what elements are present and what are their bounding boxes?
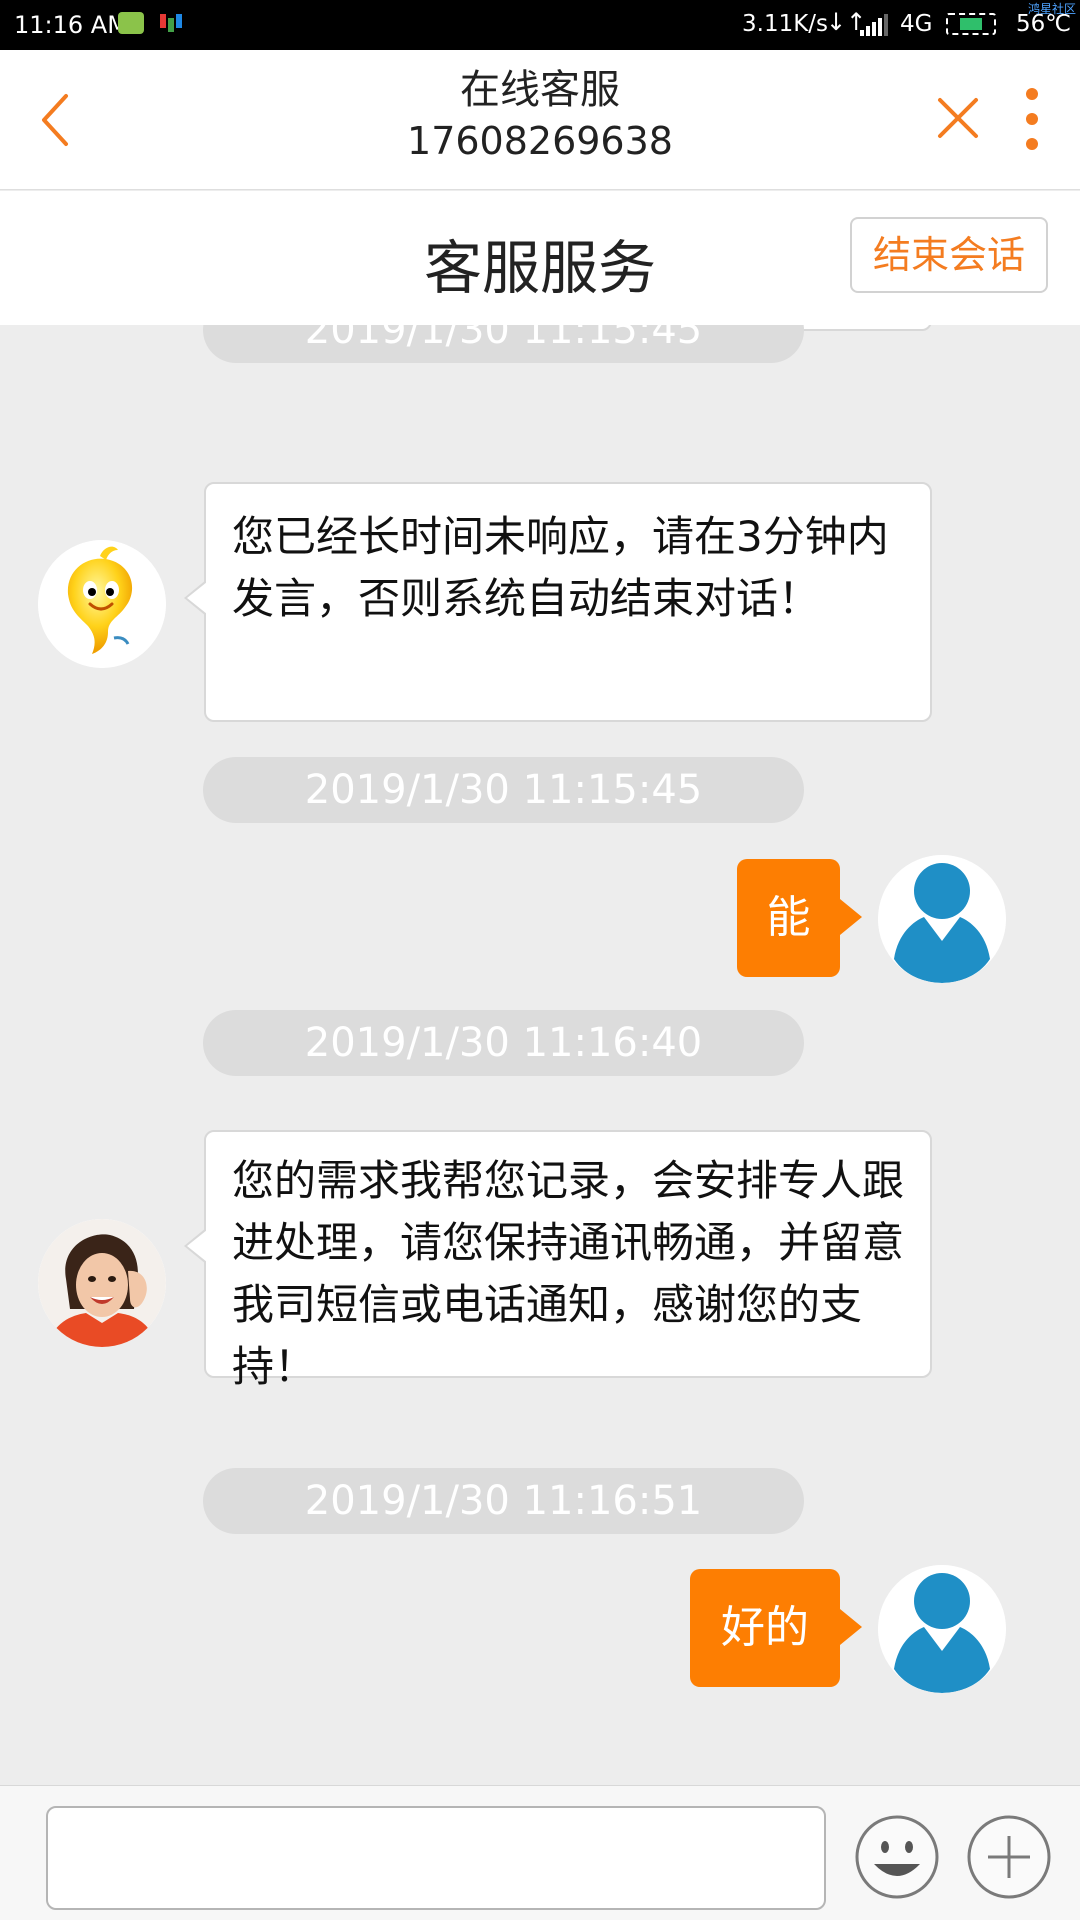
user-avatar bbox=[878, 855, 1006, 983]
page-subtitle: 17608269638 bbox=[407, 119, 673, 163]
close-icon[interactable] bbox=[934, 94, 982, 142]
network-speed: 3.11K/s bbox=[742, 11, 829, 37]
corner-tag: 鸿星社区 bbox=[1028, 2, 1077, 16]
page-title: 在线客服 bbox=[460, 67, 620, 113]
network-type: 4G bbox=[900, 11, 933, 37]
signal-icon bbox=[860, 14, 890, 36]
message-input[interactable] bbox=[46, 1806, 826, 1910]
android-app-icon bbox=[118, 12, 144, 34]
plus-icon[interactable] bbox=[966, 1814, 1052, 1900]
title-block: 在线客服 17608269638 bbox=[0, 64, 1080, 166]
more-icon[interactable] bbox=[1020, 88, 1044, 150]
incoming-message: 您已经长时间未响应，请在3分钟内发言，否则系统自动结束对话！ bbox=[184, 482, 932, 722]
outgoing-message: 好的 bbox=[690, 1569, 862, 1687]
incoming-message: 您的需求我帮您记录，会安排专人跟进处理，请您保持通讯畅通，并留意我司短信或电话通… bbox=[184, 1130, 932, 1391]
app-bar: 在线客服 17608269638 bbox=[0, 50, 1080, 190]
message-timestamp: 2019/1/30 11:16:40 bbox=[203, 1010, 804, 1076]
status-time: 11:16 AM bbox=[14, 11, 128, 39]
input-bar bbox=[0, 1785, 1080, 1920]
outgoing-message: 能 bbox=[737, 859, 862, 977]
message-timestamp: 2019/1/30 11:15:45 bbox=[203, 325, 804, 363]
user-avatar bbox=[878, 1565, 1006, 1693]
message-timestamp: 2019/1/30 11:16:51 bbox=[203, 1468, 804, 1534]
message-timestamp: 2019/1/30 11:15:45 bbox=[203, 757, 804, 823]
emoji-icon[interactable] bbox=[854, 1814, 940, 1900]
chat-area[interactable]: 2019/1/30 11:15:45 您已经长时间未响应，请在3分钟内发言，否则… bbox=[0, 325, 1080, 1785]
battery-icon bbox=[946, 13, 996, 35]
download-app-icon bbox=[160, 12, 182, 34]
service-header: 客服服务 结束会话 bbox=[0, 191, 1080, 325]
end-session-button[interactable]: 结束会话 bbox=[850, 217, 1048, 293]
agent-avatar bbox=[38, 1219, 166, 1347]
status-bar: 11:16 AM 3.11K/s ↓↑ 4G 56℃ 鸿星社区 bbox=[0, 0, 1080, 50]
robot-avatar bbox=[38, 540, 166, 668]
